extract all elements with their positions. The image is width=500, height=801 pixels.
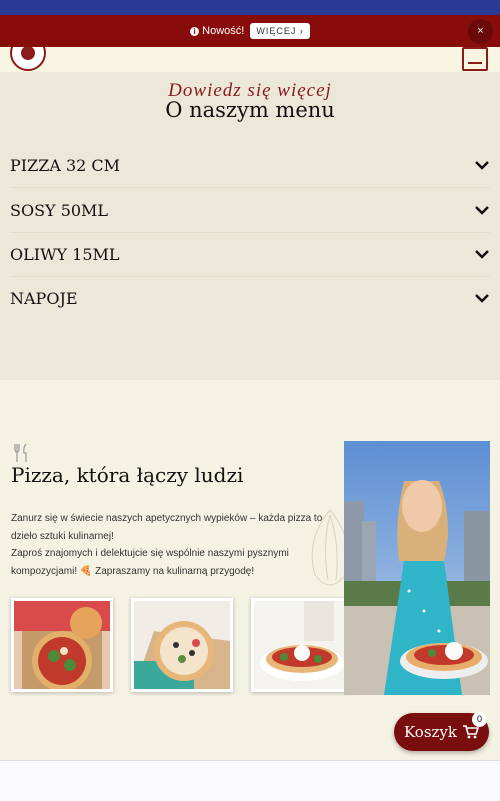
- pizza-photo-thumb[interactable]: [251, 598, 353, 692]
- accordion-label: OLIWY 15ML: [10, 244, 120, 264]
- notice-bar: i Nowość! WIĘCEJ › ×: [0, 15, 500, 47]
- story-title: Pizza, która łączy ludzi: [11, 463, 244, 487]
- top-strip: [0, 0, 500, 15]
- cutlery-icon: [14, 443, 27, 462]
- accordion-label: PIZZA 32 CM: [10, 155, 121, 175]
- story-paragraph: Zaproś znajomych i delektujcie się wspól…: [11, 548, 289, 577]
- pizza-photo-thumb[interactable]: [11, 598, 113, 692]
- chevron-down-icon: [475, 250, 489, 259]
- accordion-item-napoje[interactable]: NAPOJE: [10, 276, 490, 320]
- menu-toggle-button[interactable]: [462, 47, 488, 71]
- accordion-label: NAPOJE: [10, 288, 78, 308]
- more-button[interactable]: WIĘCEJ ›: [250, 23, 310, 39]
- cart-count-badge: 0: [472, 712, 487, 727]
- accordion-label: SOSY 50ML: [10, 200, 109, 220]
- pizza-photo: [134, 601, 230, 689]
- woman-photo: [344, 441, 490, 695]
- pizza-photo: [14, 601, 110, 689]
- woman-with-pizza-photo: [344, 441, 490, 695]
- cart-button[interactable]: Koszyk 0: [394, 712, 489, 751]
- pizza-photo: [254, 601, 350, 689]
- notice-label: Nowość!: [202, 25, 245, 37]
- chevron-down-icon: [475, 294, 489, 303]
- chevron-down-icon: [475, 161, 489, 170]
- accordion-item-sosy[interactable]: SOSY 50ML: [10, 188, 490, 233]
- story-paragraph: Zanurz się w świecie naszych apetycznych…: [11, 513, 323, 542]
- pizza-photo-thumb[interactable]: [131, 598, 233, 692]
- accordion-item-pizza[interactable]: PIZZA 32 CM: [10, 143, 490, 188]
- cart-label: Koszyk: [404, 723, 457, 741]
- chevron-down-icon: [475, 206, 489, 215]
- notice-info: i Nowość!: [190, 25, 244, 37]
- close-notice-button[interactable]: ×: [468, 19, 493, 44]
- shopping-cart-icon: [463, 725, 479, 739]
- footer-strip: [0, 760, 500, 801]
- info-icon: i: [190, 26, 200, 36]
- menu-title: O naszym menu: [165, 98, 335, 122]
- story-text: Zanurz się w świecie naszych apetycznych…: [11, 510, 331, 580]
- accordion-item-oliwy[interactable]: OLIWY 15ML: [10, 232, 490, 277]
